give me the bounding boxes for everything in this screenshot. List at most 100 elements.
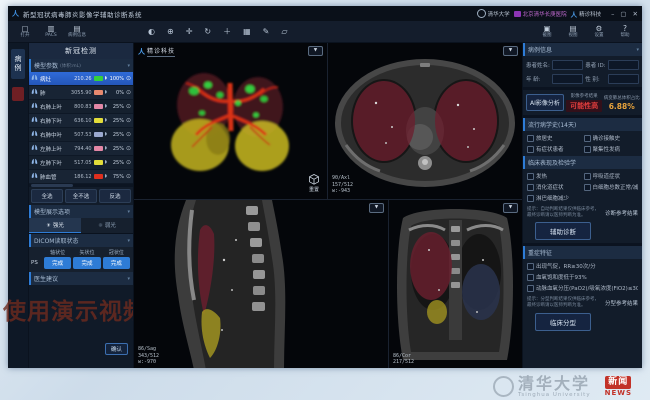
- checkbox-item[interactable]: 血氧饱和度低于93%: [527, 273, 638, 281]
- sidebar-tab-case[interactable]: 病例: [11, 49, 25, 79]
- checkbox[interactable]: [584, 135, 591, 142]
- checkbox[interactable]: [584, 146, 591, 153]
- checkbox-item[interactable]: 有症状患者: [527, 145, 582, 153]
- structure-row[interactable]: 右肺中叶507.53◗25%⊙: [29, 128, 133, 142]
- settings-button[interactable]: ⚙设置: [586, 25, 612, 38]
- checkbox[interactable]: [527, 135, 534, 142]
- checkbox[interactable]: [527, 285, 534, 292]
- color-swatch[interactable]: [94, 118, 103, 123]
- annotate-icon[interactable]: ▱: [281, 28, 287, 36]
- viewport-axial[interactable]: ▼ 90/Axl157/512w:-943: [328, 43, 522, 199]
- checkbox[interactable]: [584, 173, 591, 180]
- reset-view-control[interactable]: 重置: [309, 174, 319, 193]
- assist-diagnosis-button[interactable]: 辅助诊断: [535, 222, 591, 240]
- color-swatch[interactable]: [94, 104, 103, 109]
- select-button-0[interactable]: 全选: [31, 189, 63, 203]
- viewport-menu-button[interactable]: ▼: [503, 46, 518, 56]
- clinical-typing-button[interactable]: 临床分型: [535, 313, 591, 331]
- light-tab[interactable]: ☼ 弱光: [81, 218, 133, 233]
- checkbox-item[interactable]: 出现气促，RR≥30次/分: [527, 262, 638, 270]
- checkbox-item[interactable]: 呼吸道症状: [584, 172, 639, 180]
- ai-analysis-button[interactable]: AI影像分析: [526, 94, 564, 111]
- pan-icon[interactable]: ✛: [186, 28, 193, 36]
- layout-icon[interactable]: ▦: [243, 28, 251, 36]
- epidemiology-header[interactable]: 流行病学史(14天): [523, 118, 642, 131]
- structure-row[interactable]: 肺3055.90◗0%⊙: [29, 86, 133, 100]
- view-button[interactable]: ▤视图: [560, 25, 586, 38]
- maximize-button[interactable]: ▢: [620, 10, 626, 18]
- structure-row[interactable]: 右肺下叶636.10◗25%⊙: [29, 114, 133, 128]
- checkbox-item[interactable]: 淋巴细胞减少: [527, 194, 582, 202]
- checkbox-item[interactable]: 发热: [527, 172, 582, 180]
- checkbox-item[interactable]: 消化道症状: [527, 183, 582, 191]
- rotate-icon[interactable]: ↻: [204, 28, 211, 36]
- eye-icon[interactable]: ⊙: [126, 89, 131, 96]
- clinical-header[interactable]: 临床表现及检验学: [523, 156, 642, 169]
- doctor-advice-header[interactable]: 医生建议 ▾: [29, 272, 133, 285]
- age-input[interactable]: [552, 74, 583, 84]
- color-swatch[interactable]: [94, 76, 103, 81]
- viewport-menu-button[interactable]: ▼: [369, 203, 384, 213]
- checkbox[interactable]: [527, 195, 534, 202]
- viewport-coronal[interactable]: ▼ 86/Cor217/512: [389, 200, 522, 368]
- close-button[interactable]: ✕: [633, 10, 638, 18]
- confirm-button[interactable]: 确认: [105, 343, 128, 355]
- checkbox[interactable]: [527, 173, 534, 180]
- help-button[interactable]: ?帮助: [612, 25, 638, 38]
- select-button-1[interactable]: 全不选: [65, 189, 97, 203]
- display-options-header[interactable]: 模型展示选项 ▾: [29, 205, 133, 218]
- color-swatch[interactable]: [94, 132, 103, 137]
- checkbox-item[interactable]: 确诊接触史: [584, 134, 639, 142]
- eye-icon[interactable]: ⊙: [126, 131, 131, 138]
- checkbox-item[interactable]: 聚集性发病: [584, 145, 639, 153]
- checkbox-item[interactable]: 白细胞总数正常/减少: [584, 183, 639, 191]
- color-swatch[interactable]: [94, 90, 103, 95]
- light-tab[interactable]: ☀ 强光: [29, 218, 81, 233]
- pacs-button[interactable]: ▥PACS: [38, 25, 64, 38]
- minimize-button[interactable]: –: [611, 10, 614, 18]
- eye-icon[interactable]: ⊙: [126, 117, 131, 124]
- severe-features-header[interactable]: 重症特征: [523, 246, 642, 259]
- checkbox-item[interactable]: 动脉血氧分压(PaO2)/吸氧浓度(FiO2)≤300mmHg: [527, 284, 638, 292]
- checkbox[interactable]: [527, 184, 534, 191]
- checkbox-item[interactable]: 旅居史: [527, 134, 582, 142]
- structure-row[interactable]: 左肺下叶517.05◗25%⊙: [29, 156, 133, 170]
- viewport-3d[interactable]: 人 精诊科技 ▼ 重置: [134, 43, 327, 199]
- color-swatch[interactable]: [94, 146, 103, 151]
- select-button-2[interactable]: 反选: [99, 189, 131, 203]
- zoom-icon[interactable]: ⊕: [167, 28, 174, 36]
- case-info-header[interactable]: 病例信息 ▾: [523, 43, 642, 56]
- dicom-status-header[interactable]: DICOM读取状态 ▾: [29, 234, 133, 247]
- checkbox[interactable]: [584, 184, 591, 191]
- checkbox[interactable]: [527, 274, 534, 281]
- open-button[interactable]: ▢打开: [12, 25, 38, 38]
- checkbox[interactable]: [527, 146, 534, 153]
- patient-id-input[interactable]: [608, 60, 639, 70]
- checkbox[interactable]: [527, 263, 534, 270]
- structure-row[interactable]: 左肺上叶794.40◗25%⊙: [29, 142, 133, 156]
- structure-row[interactable]: 病灶210.26◗100%⊙: [29, 72, 133, 86]
- eye-icon[interactable]: ⊙: [126, 75, 131, 82]
- eye-icon[interactable]: ⊙: [126, 103, 131, 110]
- structure-row[interactable]: 肺血管186.12◗75%⊙: [29, 170, 133, 184]
- patient-name-input[interactable]: [552, 60, 583, 70]
- eye-icon[interactable]: ⊙: [126, 145, 131, 152]
- eye-icon[interactable]: ⊙: [126, 173, 131, 180]
- viewport-menu-button[interactable]: ▼: [308, 46, 323, 56]
- window-level-icon[interactable]: ◐: [148, 28, 155, 36]
- crosshair-icon[interactable]: ＋: [223, 28, 231, 36]
- color-swatch[interactable]: [94, 174, 103, 179]
- measure-icon[interactable]: ✎: [263, 28, 270, 36]
- color-swatch[interactable]: [94, 160, 103, 165]
- sidebar-tab-lesion-icon[interactable]: [12, 87, 24, 101]
- viewport-menu-button[interactable]: ▼: [503, 203, 518, 213]
- viewport-sagittal[interactable]: ▼ 86/Sag343/512w:-970: [134, 200, 388, 368]
- eye-icon[interactable]: ⊙: [126, 159, 131, 166]
- list-scrollbar[interactable]: [29, 184, 133, 187]
- structure-row[interactable]: 右肺上叶800.83◗25%⊙: [29, 100, 133, 114]
- screenshot-button[interactable]: ▣截图: [534, 25, 560, 38]
- model-params-header[interactable]: 模型参数 (体积:mL) ▾: [29, 59, 133, 72]
- lung-icon: [31, 130, 38, 139]
- case-info-button[interactable]: ▤病例信息: [64, 25, 90, 38]
- gender-input[interactable]: [608, 74, 639, 84]
